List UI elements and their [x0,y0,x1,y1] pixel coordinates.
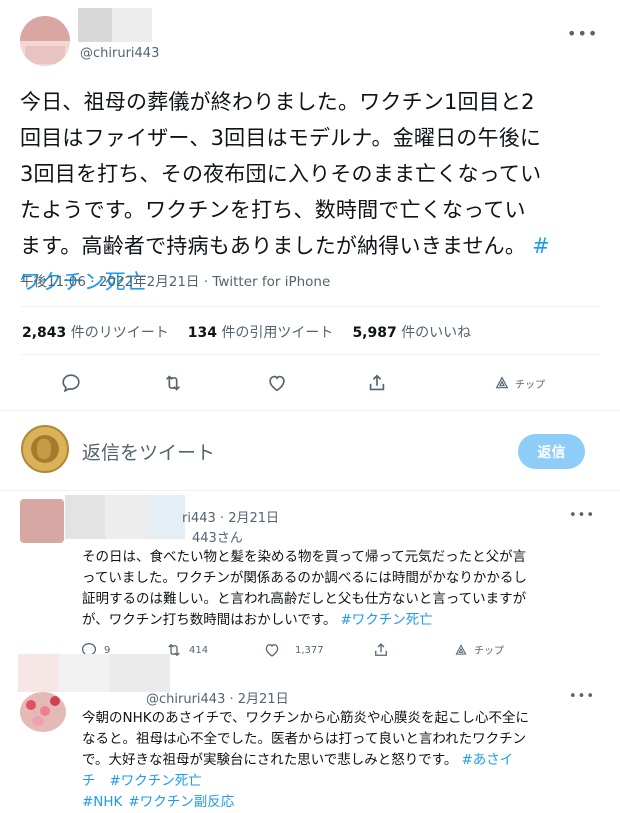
more-options-icon[interactable]: ••• [567,26,598,42]
divider [20,354,600,355]
tweet-text-line: 3回目を打ち、その夜布団に入りそのまま亡くなってい [20,162,542,186]
reply-text: 今朝のNHKのあさイチで、ワクチンから心筋炎や心膜炎を起こし心不全に なると。祖… [82,710,530,810]
more-options-icon[interactable]: ••• [569,690,595,703]
reply-author-avatar[interactable] [20,499,64,543]
reply-tweet[interactable]: @chiruri443 · 2月21日 ••• 今朝のNHKのあさイチで、ワクチ… [0,652,620,813]
tweet-text-line: ます。高齢者で持病もありましたが納得いきません。 # [20,234,550,258]
share-icon [369,374,385,391]
tweet-text-line: 今日、祖母の葬儀が終わりました。ワクチン1回目と2 [20,90,535,114]
reply-text: その日は、食べたい物と髪を染める物を買って帰って元気だったと父が言 っていました… [82,549,527,628]
tweet-text-line: 回目はファイザー、3回目はモデルナ。金曜日の午後に [20,126,542,150]
reply-input[interactable]: 返信をツイート [82,438,215,465]
tweet-stats: 2,843 件のリツイート 134 件の引用ツイート 5,987 件のいいね [22,322,490,342]
tweet-text: 今日、祖母の葬儀が終わりました。ワクチン1回目と2 回目はファイザー、3回目はモ… [20,84,600,300]
retweet-icon [165,375,181,391]
hashtag-link[interactable]: #あさイ [461,752,513,768]
tweet-date[interactable]: 2022年2月21日 [99,274,200,290]
hashtag-link[interactable]: #ワクチン副反応 [128,794,234,810]
hashtag-link[interactable]: #ワクチン死亡 [340,612,432,628]
reply-submit-button[interactable]: 返信 [518,434,585,469]
hashtag-link[interactable]: #ワクチン死亡 [110,773,202,789]
tweet-time[interactable]: 午後11:06 [20,274,86,290]
tweet-meta: 午後11:06 · 2022年2月21日 · Twitter for iPhon… [20,274,331,290]
tweet-actions: チップ [0,368,620,398]
share-action[interactable] [366,372,388,394]
like-action[interactable] [266,372,288,394]
tweet-text-line: たようです。ワクチンを打ち、数時間で亡くなってい [20,198,526,222]
tweet-author-avatar[interactable] [20,16,70,66]
tip-icon [495,376,509,389]
tip-action[interactable]: チップ [494,375,545,391]
author-name-pixelated[interactable] [78,8,152,42]
retweet-action[interactable] [162,372,184,394]
tip-label: チップ [515,379,545,391]
hashtag-link[interactable]: チ [82,773,96,789]
retweets-stat[interactable]: 2,843 件のリツイート [22,322,169,342]
divider [0,410,620,411]
reply-handle-date: @chiruri443 · 2月21日 [146,692,289,707]
reply-author-name-pixelated[interactable] [65,495,185,539]
reply-author-name-pixelated[interactable] [18,654,170,692]
quotes-stat[interactable]: 134 件の引用ツイート [188,322,334,342]
likes-stat[interactable]: 5,987 件のいいね [352,322,471,342]
more-options-icon[interactable]: ••• [569,509,595,522]
reply-author-avatar[interactable] [20,692,66,732]
tweet-source[interactable]: Twitter for iPhone [212,274,330,290]
replying-to[interactable]: 443さん [192,527,243,546]
reply-handle-date: ri443 · 2月21日 [182,511,280,526]
reply-action[interactable] [60,372,82,394]
reply-icon [62,374,80,393]
author-handle[interactable]: @chiruri443 [80,46,159,61]
reply-tweet[interactable]: ri443 · 2月21日 ••• 443さん その日は、食べたい物と髪を染める… [0,491,620,663]
current-user-avatar[interactable] [21,425,69,473]
hashtag-link[interactable]: #NHK [82,794,122,810]
reply-compose: 返信をツイート 返信 [0,418,620,482]
divider [20,306,600,307]
hashtag-link[interactable]: # [532,234,550,258]
heart-icon [269,375,285,392]
